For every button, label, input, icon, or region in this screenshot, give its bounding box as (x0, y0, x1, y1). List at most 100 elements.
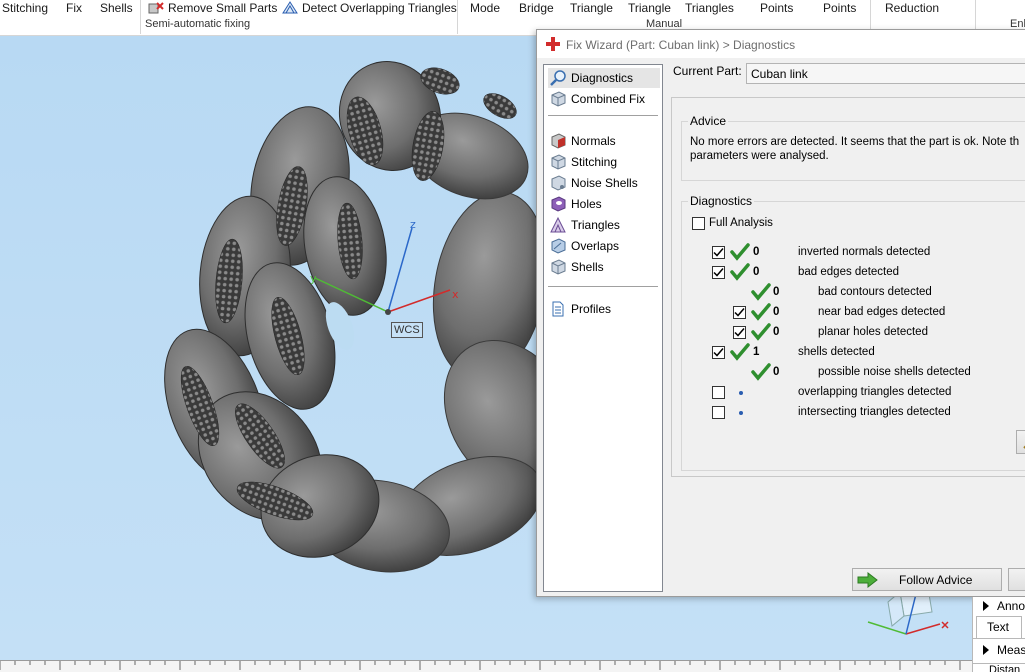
follow-advice-label: Follow Advice (899, 572, 973, 587)
axis-y-label: y (310, 272, 317, 285)
nav-item-label: Triangles (571, 218, 620, 232)
count-near-bad-edges: 0 (773, 306, 780, 318)
triangles-icon (548, 216, 568, 234)
diagnostics-panel: Advice No more errors are detected. It s… (671, 97, 1025, 477)
nav-item-holes[interactable]: Holes (548, 194, 660, 214)
check-icon (730, 263, 750, 281)
detect-overlapping-label: Detect Overlapping Triangles (302, 1, 457, 15)
next-button[interactable] (1008, 568, 1025, 591)
ribbon-detect-overlapping-button[interactable]: Detect Overlapping Triangles (282, 1, 457, 15)
cube-icon (548, 90, 568, 108)
ribbon-reduction-button[interactable]: Reduction (885, 1, 939, 15)
ribbon-separator (140, 0, 141, 34)
row-checkbox[interactable] (712, 266, 725, 279)
fix-wizard-dialog: Fix Wizard (Part: Cuban link) > Diagnost… (536, 29, 1025, 597)
check-icon (751, 283, 771, 301)
count-inverted-normals: 0 (753, 246, 760, 258)
ribbon-triangles-button[interactable]: Triangles (685, 1, 734, 15)
annotations-row[interactable]: Anno (973, 597, 1025, 617)
distance-row[interactable]: Distan (973, 663, 1025, 672)
ribbon-bridge-button[interactable]: Bridge (519, 1, 554, 15)
ribbon-triangle-button-2[interactable]: Triangle (628, 1, 671, 15)
nav-item-profiles[interactable]: Profiles (548, 299, 660, 319)
nav-item-label: Profiles (571, 302, 612, 316)
full-analysis-checkbox[interactable] (692, 217, 705, 230)
ribbon-stitching-button[interactable]: Stitching (2, 1, 48, 15)
ribbon-fix-button[interactable]: Fix (66, 1, 82, 15)
nav-separator (548, 115, 658, 116)
nav-item-diagnostics[interactable]: Diagnostics (548, 68, 660, 88)
row-checkbox[interactable] (712, 386, 725, 399)
holes-icon (548, 195, 568, 213)
pending-dot-icon (739, 411, 743, 415)
measurements-label: Meas (997, 643, 1025, 657)
nav-item-label: Stitching (571, 155, 618, 169)
check-icon (751, 363, 771, 381)
nav-item-noise-shells[interactable]: Noise Shells (548, 173, 660, 193)
row-checkbox[interactable] (712, 406, 725, 419)
normals-icon (548, 132, 568, 150)
nav-item-stitching[interactable]: Stitching (548, 152, 660, 172)
advice-group-title: Advice (688, 114, 729, 128)
nav-item-shells[interactable]: Shells (548, 257, 660, 277)
nav-item-label: Holes (571, 197, 602, 211)
wcs-label: WCS (391, 322, 423, 338)
follow-advice-button[interactable]: Follow Advice (852, 568, 1002, 591)
count-bad-contours: 0 (773, 286, 780, 298)
text-tab[interactable]: Text (976, 616, 1022, 638)
diagnostics-group-title: Diagnostics (688, 194, 755, 208)
label-overlapping: overlapping triangles detected (798, 386, 952, 398)
label-bad-edges: bad edges detected (798, 266, 900, 278)
annotations-label: Anno (997, 599, 1025, 613)
row-checkbox[interactable] (733, 326, 746, 339)
tab-divider (973, 638, 1025, 639)
ribbon-points-button-2[interactable]: Points (823, 1, 856, 15)
check-icon (730, 343, 750, 361)
dialog-title: Fix Wizard (Part: Cuban link) > Diagnost… (566, 38, 796, 52)
diagnostics-group: Diagnostics Full Analysis 0 inverted nor… (681, 194, 1025, 471)
count-shells: 1 (753, 346, 760, 358)
full-analysis-label: Full Analysis (709, 217, 773, 229)
nav-item-normals[interactable]: Normals (548, 131, 660, 151)
ribbon-points-button[interactable]: Points (760, 1, 793, 15)
row-checkbox[interactable] (733, 306, 746, 319)
remove-small-parts-label: Remove Small Parts (168, 1, 278, 15)
check-icon (751, 303, 771, 321)
wizard-nav-list: Diagnostics Combined Fix Normals Stitchi… (543, 64, 663, 592)
ruler (0, 660, 1025, 672)
dialog-title-bar[interactable]: Fix Wizard (Part: Cuban link) > Diagnost… (537, 30, 1025, 58)
arrow-right-icon (857, 571, 878, 588)
nav-item-combined-fix[interactable]: Combined Fix (548, 89, 660, 109)
axis-x-label: x (452, 288, 459, 301)
ribbon-shells-button[interactable]: Shells (100, 1, 133, 15)
semi-automatic-fixing-caption: Semi-automatic fixing (145, 18, 251, 30)
measurements-row[interactable]: Meas (973, 641, 1025, 661)
shells-icon (548, 258, 568, 276)
ribbon-remove-small-parts-button[interactable]: Remove Small Parts (148, 1, 277, 15)
ribbon-mode-button[interactable]: Mode (470, 1, 500, 15)
nav-item-label: Diagnostics (571, 71, 634, 85)
label-bad-contours: bad contours detected (818, 286, 932, 298)
nav-item-label: Noise Shells (571, 176, 638, 190)
update-button[interactable] (1016, 430, 1025, 454)
current-part-label: Current Part: (673, 64, 742, 78)
nav-item-label: Shells (571, 260, 604, 274)
nav-item-triangles[interactable]: Triangles (548, 215, 660, 235)
stitching-icon (548, 153, 568, 171)
row-checkbox[interactable] (712, 346, 725, 359)
side-panel: Anno Text Meas Distan (972, 597, 1025, 672)
label-inverted-normals: inverted normals detected (798, 246, 931, 258)
ribbon-triangle-button[interactable]: Triangle (570, 1, 613, 15)
expand-arrow-icon (983, 645, 989, 655)
expand-arrow-icon (983, 601, 989, 611)
label-planar-holes: planar holes detected (818, 326, 928, 338)
document-icon (548, 300, 568, 318)
nav-item-label: Normals (571, 134, 616, 148)
remove-small-parts-icon (148, 2, 164, 14)
fix-wizard-icon (546, 37, 560, 51)
nav-item-label: Overlaps (571, 239, 620, 253)
nav-item-overlaps[interactable]: Overlaps (548, 236, 660, 256)
current-part-field[interactable]: Cuban link (746, 63, 1025, 84)
label-intersecting: intersecting triangles detected (798, 406, 951, 418)
row-checkbox[interactable] (712, 246, 725, 259)
